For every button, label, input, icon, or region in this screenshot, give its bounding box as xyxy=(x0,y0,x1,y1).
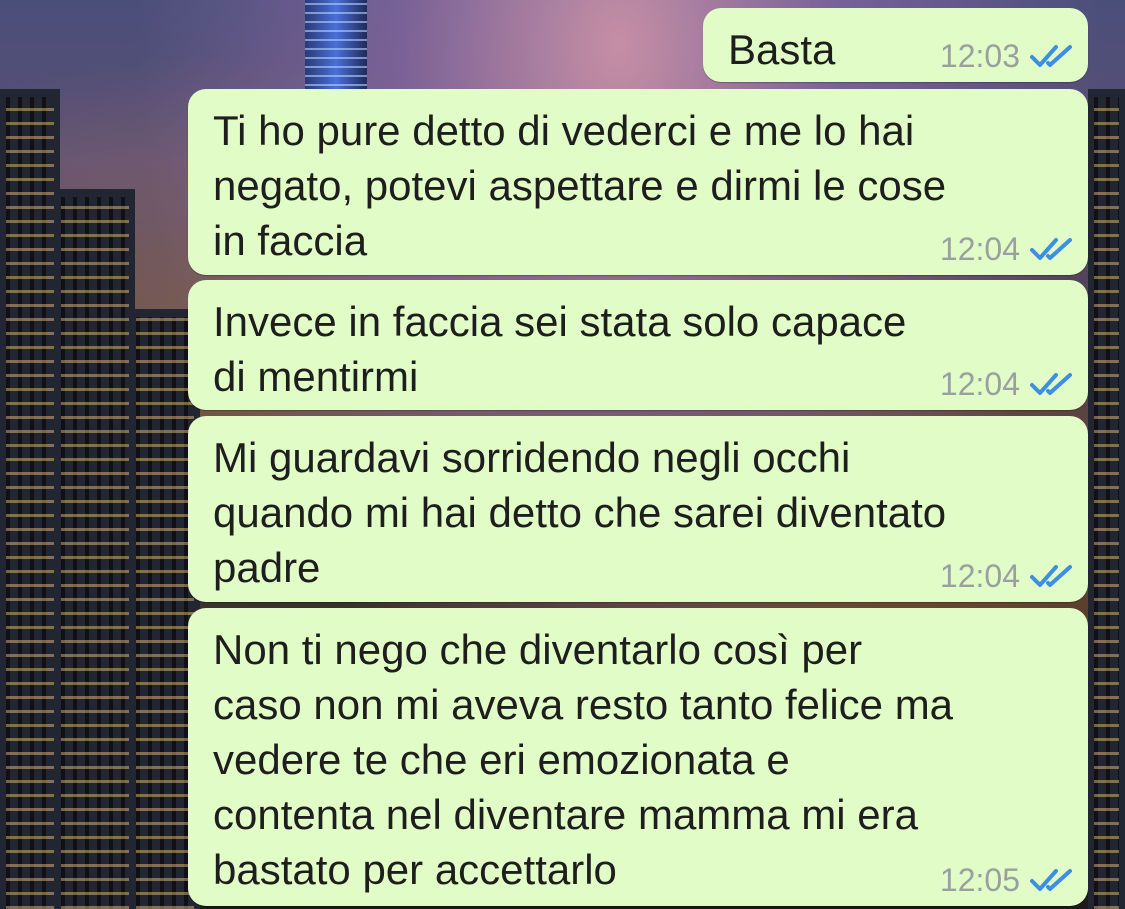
message-meta: 12:05 xyxy=(940,864,1074,896)
message-meta: 12:04 xyxy=(940,368,1074,400)
outgoing-message-bubble[interactable]: Mi guardavi sorridendo negli occhi quand… xyxy=(188,416,1088,602)
outgoing-message-bubble[interactable]: Ti ho pure detto di vederci e me lo hai … xyxy=(188,89,1088,275)
message-list[interactable]: Basta 12:03 Ti ho pure detto di vederci … xyxy=(0,0,1125,909)
message-meta: 12:04 xyxy=(940,560,1074,592)
message-meta: 12:04 xyxy=(940,233,1074,265)
outgoing-message-bubble[interactable]: Basta 12:03 xyxy=(703,8,1088,82)
message-timestamp: 12:04 xyxy=(939,558,1020,594)
double-check-icon xyxy=(1030,869,1072,891)
outgoing-message-bubble[interactable]: Invece in faccia sei stata solo capace d… xyxy=(188,280,1088,410)
double-check-icon xyxy=(1030,45,1072,67)
message-timestamp: 12:05 xyxy=(939,862,1020,898)
double-check-icon xyxy=(1030,565,1072,587)
message-text: Basta xyxy=(728,26,836,73)
message-timestamp: 12:04 xyxy=(939,366,1020,402)
message-timestamp: 12:03 xyxy=(939,38,1020,74)
message-timestamp: 12:04 xyxy=(939,231,1020,267)
double-check-icon xyxy=(1030,373,1072,395)
outgoing-message-bubble[interactable]: Non ti nego che diventarlo così per caso… xyxy=(188,608,1088,906)
message-text: Non ti nego che diventarlo così per caso… xyxy=(213,626,954,893)
message-meta: 12:03 xyxy=(940,40,1074,72)
double-check-icon xyxy=(1030,238,1072,260)
